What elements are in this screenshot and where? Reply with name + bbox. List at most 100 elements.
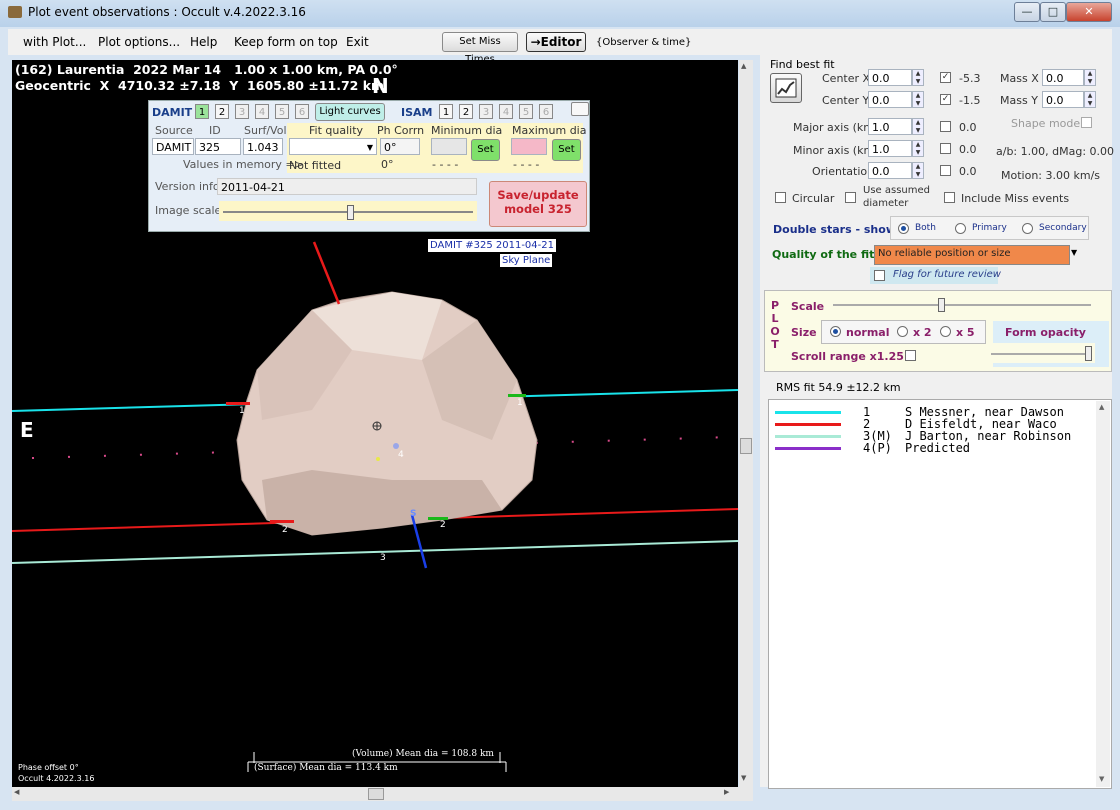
north-pole-axis <box>312 241 341 305</box>
chord-3-line <box>12 540 738 564</box>
max-set-button[interactable]: Set <box>552 139 581 161</box>
plot-vertical-scrollbar[interactable]: ▲ ▼ <box>739 60 753 787</box>
radio-size-x5[interactable] <box>940 326 951 337</box>
use-assumed-label-1: Use assumed <box>863 185 930 196</box>
center-x-field[interactable]: 0.0 <box>868 69 912 86</box>
radio-secondary[interactable] <box>1022 223 1033 234</box>
min-dia-field[interactable] <box>431 138 467 155</box>
mem-phcorrn-label: 0° <box>381 158 394 171</box>
minor-axis-spinner[interactable]: ▲ ▼ <box>912 140 924 157</box>
center-x-spinner[interactable]: ▲ ▼ <box>912 69 924 86</box>
minor-axis-check-value: 0.0 <box>959 143 977 156</box>
major-axis-spinner[interactable]: ▲ ▼ <box>912 118 924 135</box>
menu-exit[interactable]: Exit <box>346 35 369 49</box>
center-x-checkbox[interactable]: ✓ <box>940 72 951 83</box>
light-curves-button[interactable]: Light curves <box>315 103 385 121</box>
menu-plot-options[interactable]: Plot options... <box>98 35 180 49</box>
min-set-button[interactable]: Set <box>471 139 500 161</box>
scroll-range-checkbox[interactable] <box>905 350 916 361</box>
center-x-check-value: -5.3 <box>959 72 981 85</box>
damit-model-5-button: 5 <box>275 104 289 119</box>
legend-color-swatch <box>775 435 841 438</box>
isam-model-4-button: 4 <box>499 104 513 119</box>
dropdown-arrow-icon: ▼ <box>1071 248 1078 257</box>
north-label: N <box>372 74 389 98</box>
use-assumed-checkbox[interactable] <box>845 192 856 203</box>
flag-review-checkbox[interactable] <box>874 270 885 281</box>
isam-model-2-button[interactable]: 2 <box>459 104 473 119</box>
minor-axis-field[interactable]: 1.0 <box>868 140 912 157</box>
size-x5-label: x 5 <box>956 326 975 339</box>
minor-axis-label: Minor axis (km) <box>793 144 879 157</box>
id-field[interactable]: 325 <box>195 138 241 155</box>
mass-x-spinner[interactable]: ▲ ▼ <box>1084 69 1096 86</box>
phase-offset-text: Phase offset 0° <box>18 763 79 772</box>
panel-close-button[interactable] <box>571 102 589 116</box>
plot-canvas[interactable]: (162) Laurentia 2022 Mar 14 1.00 x 1.00 … <box>12 60 738 787</box>
circular-checkbox[interactable] <box>775 192 786 203</box>
mass-y-spinner[interactable]: ▲ ▼ <box>1084 91 1096 108</box>
radio-both[interactable] <box>898 223 909 234</box>
flag-review-label: Flag for future review <box>893 269 1001 280</box>
max-dia-field[interactable] <box>511 138 547 155</box>
legend-row: 4(P) Predicted <box>775 441 1093 455</box>
plot-horizontal-scrollbar[interactable]: ◀ ▶ <box>12 787 753 801</box>
image-scale-label: Image scale <box>155 204 222 217</box>
include-miss-checkbox[interactable] <box>944 192 955 203</box>
form-opacity-slider[interactable] <box>987 343 1095 363</box>
chord-label-3: 3 <box>380 553 386 563</box>
window-title: Plot event observations : Occult v.4.202… <box>28 5 306 19</box>
surfvol-field[interactable]: 1.043 <box>243 138 283 155</box>
center-y-field[interactable]: 0.0 <box>868 91 912 108</box>
quality-label: Quality of the fit <box>772 248 875 261</box>
image-scale-slider[interactable] <box>219 201 477 221</box>
menu-keep-on-top[interactable]: Keep form on top <box>234 35 338 49</box>
orientation-field[interactable]: 0.0 <box>868 162 912 179</box>
save-update-model-button[interactable]: Save/update model 325 <box>489 181 587 227</box>
editor-button[interactable]: →Editor <box>526 32 586 52</box>
radio-size-normal[interactable] <box>830 326 841 337</box>
source-field[interactable]: DAMIT <box>152 138 194 155</box>
menu-help[interactable]: Help <box>190 35 217 49</box>
damit-model-1-button[interactable]: 1 <box>195 104 209 119</box>
set-miss-times-button[interactable]: Set Miss Times <box>442 32 518 65</box>
quality-dropdown[interactable]: No reliable position or size ▼ <box>874 245 1077 265</box>
center-y-spinner[interactable]: ▲ ▼ <box>912 91 924 108</box>
menu-with-plot[interactable]: with Plot... <box>23 35 86 49</box>
major-axis-field[interactable]: 1.0 <box>868 118 912 135</box>
damit-tag-line1: DAMIT #325 2011-04-21 <box>428 239 556 252</box>
phcorrn-field[interactable]: 0° <box>380 138 420 155</box>
mass-x-field[interactable]: 0.0 <box>1042 69 1084 86</box>
major-axis-label: Major axis (km) <box>793 121 879 134</box>
find-best-fit-label: Find best fit <box>770 58 835 71</box>
main-window: Plot event observations : Occult v.4.202… <box>0 0 1120 810</box>
scale-slider[interactable] <box>833 297 1091 313</box>
center-y-checkbox[interactable]: ✓ <box>940 94 951 105</box>
isam-label: ISAM <box>401 106 433 119</box>
radio-primary[interactable] <box>955 223 966 234</box>
scale-label: Scale <box>791 300 825 313</box>
isam-model-1-button[interactable]: 1 <box>439 104 453 119</box>
orientation-checkbox[interactable] <box>940 165 951 176</box>
isam-model-5-button: 5 <box>519 104 533 119</box>
mass-y-field[interactable]: 0.0 <box>1042 91 1084 108</box>
damit-model-2-button[interactable]: 2 <box>215 104 229 119</box>
size-group: normal x 2 x 5 <box>821 320 986 344</box>
radio-size-x2[interactable] <box>897 326 908 337</box>
chord-label-1b: 1 <box>517 398 523 408</box>
version-text: Occult 4.2022.3.16 <box>18 774 95 783</box>
shape-model-checkbox <box>1081 117 1092 128</box>
maximize-button[interactable]: □ <box>1040 2 1066 22</box>
minimize-button[interactable]: — <box>1014 2 1040 22</box>
orientation-spinner[interactable]: ▲ ▼ <box>912 162 924 179</box>
version-info-field[interactable]: 2011-04-21 <box>217 178 477 195</box>
fit-quality-dropdown[interactable]: ▼ <box>289 138 377 155</box>
major-axis-checkbox[interactable] <box>940 121 951 132</box>
chord-label-2b: 2 <box>440 520 446 530</box>
chord-label-2a: 2 <box>282 525 288 535</box>
legend-scrollbar[interactable]: ▲ ▼ <box>1096 401 1110 787</box>
orientation-check-value: 0.0 <box>959 165 977 178</box>
close-button[interactable]: ✕ <box>1066 2 1112 22</box>
find-best-fit-button[interactable] <box>770 73 802 103</box>
minor-axis-checkbox[interactable] <box>940 143 951 154</box>
